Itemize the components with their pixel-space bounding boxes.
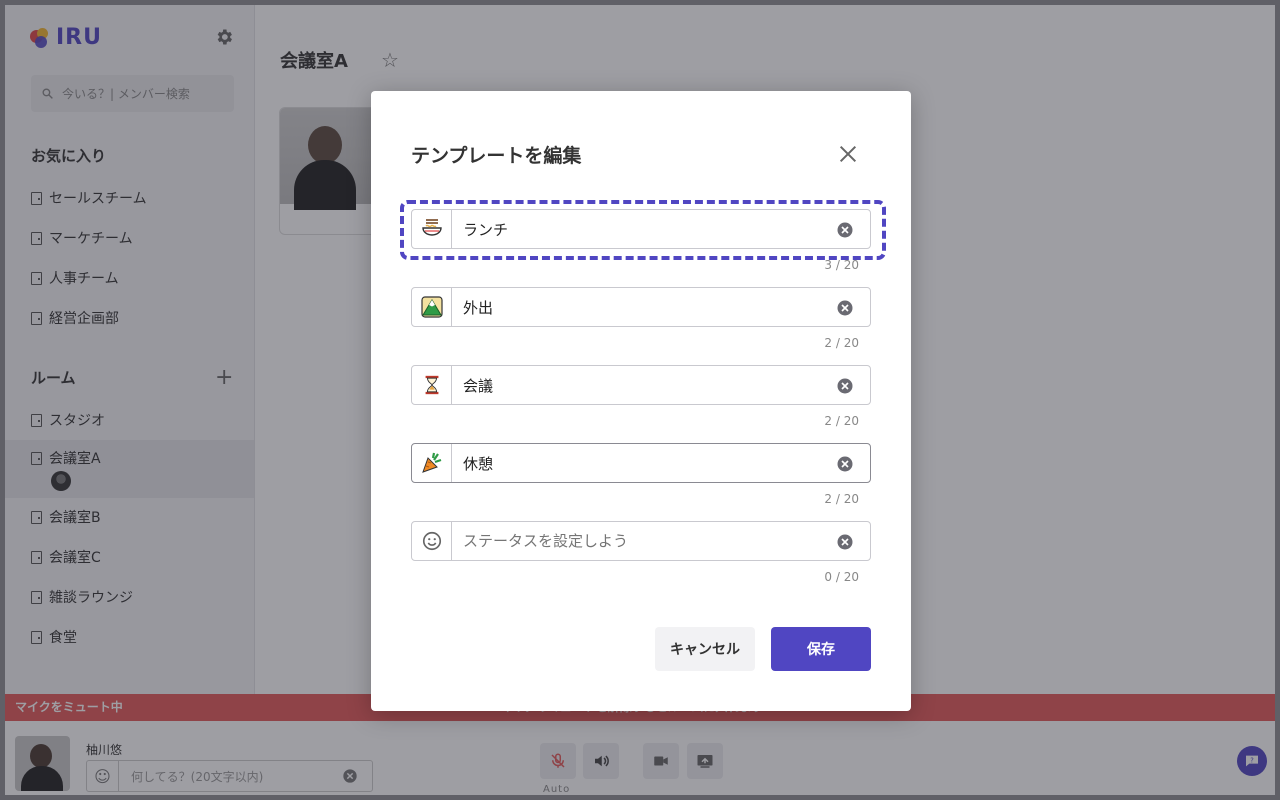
clear-icon[interactable]: [836, 221, 854, 239]
template-row: 0 / 20: [411, 521, 871, 584]
template-field[interactable]: [411, 443, 871, 483]
template-row: 2 / 20: [411, 443, 871, 506]
template-field[interactable]: [411, 365, 871, 405]
template-field[interactable]: [411, 521, 871, 561]
template-input[interactable]: [452, 220, 870, 238]
template-field[interactable]: [411, 209, 871, 249]
template-field[interactable]: [411, 287, 871, 327]
close-icon[interactable]: [837, 143, 859, 165]
char-counter: 0 / 20: [824, 570, 859, 584]
ramen-bowl-icon[interactable]: [412, 210, 452, 248]
template-input[interactable]: [452, 376, 870, 394]
template-row: 2 / 20: [411, 365, 871, 428]
template-input[interactable]: [452, 298, 870, 316]
clear-icon[interactable]: [836, 533, 854, 551]
dialog-title: テンプレートを編集: [411, 145, 582, 167]
template-input[interactable]: [452, 532, 870, 550]
clear-icon[interactable]: [836, 377, 854, 395]
mountain-icon[interactable]: [412, 288, 452, 326]
save-button[interactable]: 保存: [771, 627, 871, 671]
template-row: 3 / 20: [400, 200, 886, 272]
clear-icon[interactable]: [836, 299, 854, 317]
char-counter: 2 / 20: [824, 414, 859, 428]
smiley-icon[interactable]: [412, 522, 452, 560]
carrot-icon[interactable]: [412, 444, 452, 482]
template-row: 2 / 20: [411, 287, 871, 350]
char-counter: 2 / 20: [824, 336, 859, 350]
char-counter: 3 / 20: [824, 258, 859, 272]
clear-icon[interactable]: [836, 455, 854, 473]
hourglass-icon[interactable]: [412, 366, 452, 404]
edit-template-dialog: テンプレートを編集 3 / 20 2 / 20: [371, 91, 911, 711]
cancel-button[interactable]: キャンセル: [655, 627, 755, 671]
char-counter: 2 / 20: [824, 492, 859, 506]
template-input[interactable]: [452, 454, 870, 472]
